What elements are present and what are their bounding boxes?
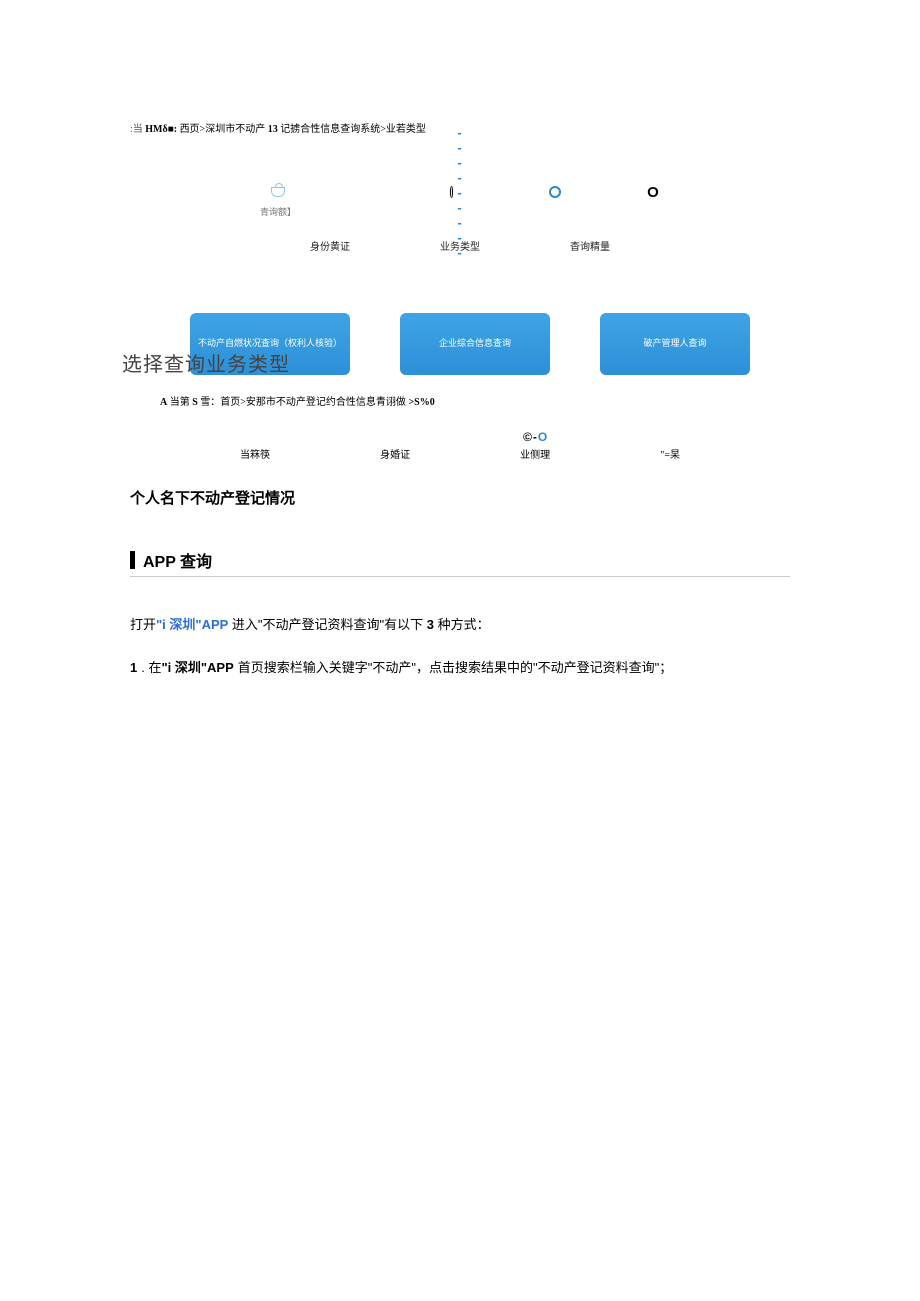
select-query-title: 选择查询业务类型 xyxy=(122,348,290,377)
step1-sublabel: 青询额】 xyxy=(260,205,296,218)
step2-l2: 身婚证 xyxy=(380,446,410,461)
big-o-icon: O xyxy=(646,185,660,199)
stepper-row-2: 当箖筷 身婚证 ©-O 业侧理 "=杲 xyxy=(130,430,790,461)
ring-icon xyxy=(548,185,562,199)
step2-l4: "=杲 xyxy=(660,446,680,461)
combo-c-dash-o-icon: ©-O xyxy=(523,430,547,444)
step-label-query: 杳询精量 xyxy=(570,238,610,253)
cards-row: 不动产自燃状况查询（权利人核验） 企业综合信息查询 破产管理人查询 选择查询业务… xyxy=(130,313,790,375)
heading-app: APP 查询 xyxy=(143,548,212,572)
num-item-1: 1. 在"i 深圳"APP首页搜索栏输入关键字"不动产"，点击搜索结果中的"不动… xyxy=(130,656,790,681)
step-label-identity: 身份黄证 xyxy=(310,238,350,253)
bag-icon xyxy=(271,185,285,199)
step2-l1: 当箖筷 xyxy=(240,446,270,461)
app-heading-row: APP 查询 xyxy=(130,548,790,577)
card-enterprise[interactable]: 企业综合信息查询 xyxy=(400,313,550,375)
theta-icon: - - - - - - - - - xyxy=(450,185,464,199)
heading-bar xyxy=(130,551,135,569)
stepper-row-1: 青询额】 - - - - - - - - - O xyxy=(130,185,790,218)
heading-personal: 个人名下不动产登记情况 xyxy=(130,487,790,508)
para-open-app: 打开"i 深圳"APP 进入"不动产登记资料查询"有以下 3 种方式： xyxy=(130,613,790,638)
card-bankruptcy-admin[interactable]: 破产管理人查询 xyxy=(600,313,750,375)
breadcrumb-line-2: A 当第 S 雪：首页>安那市不动产登记约合性信息青诩做 >S%0 xyxy=(160,393,790,408)
cards-area: 不动产自燃状况查询（权利人核验） 企业综合信息查询 破产管理人查询 选择查询业务… xyxy=(130,313,790,375)
step2-l3: 业侧理 xyxy=(520,446,550,461)
